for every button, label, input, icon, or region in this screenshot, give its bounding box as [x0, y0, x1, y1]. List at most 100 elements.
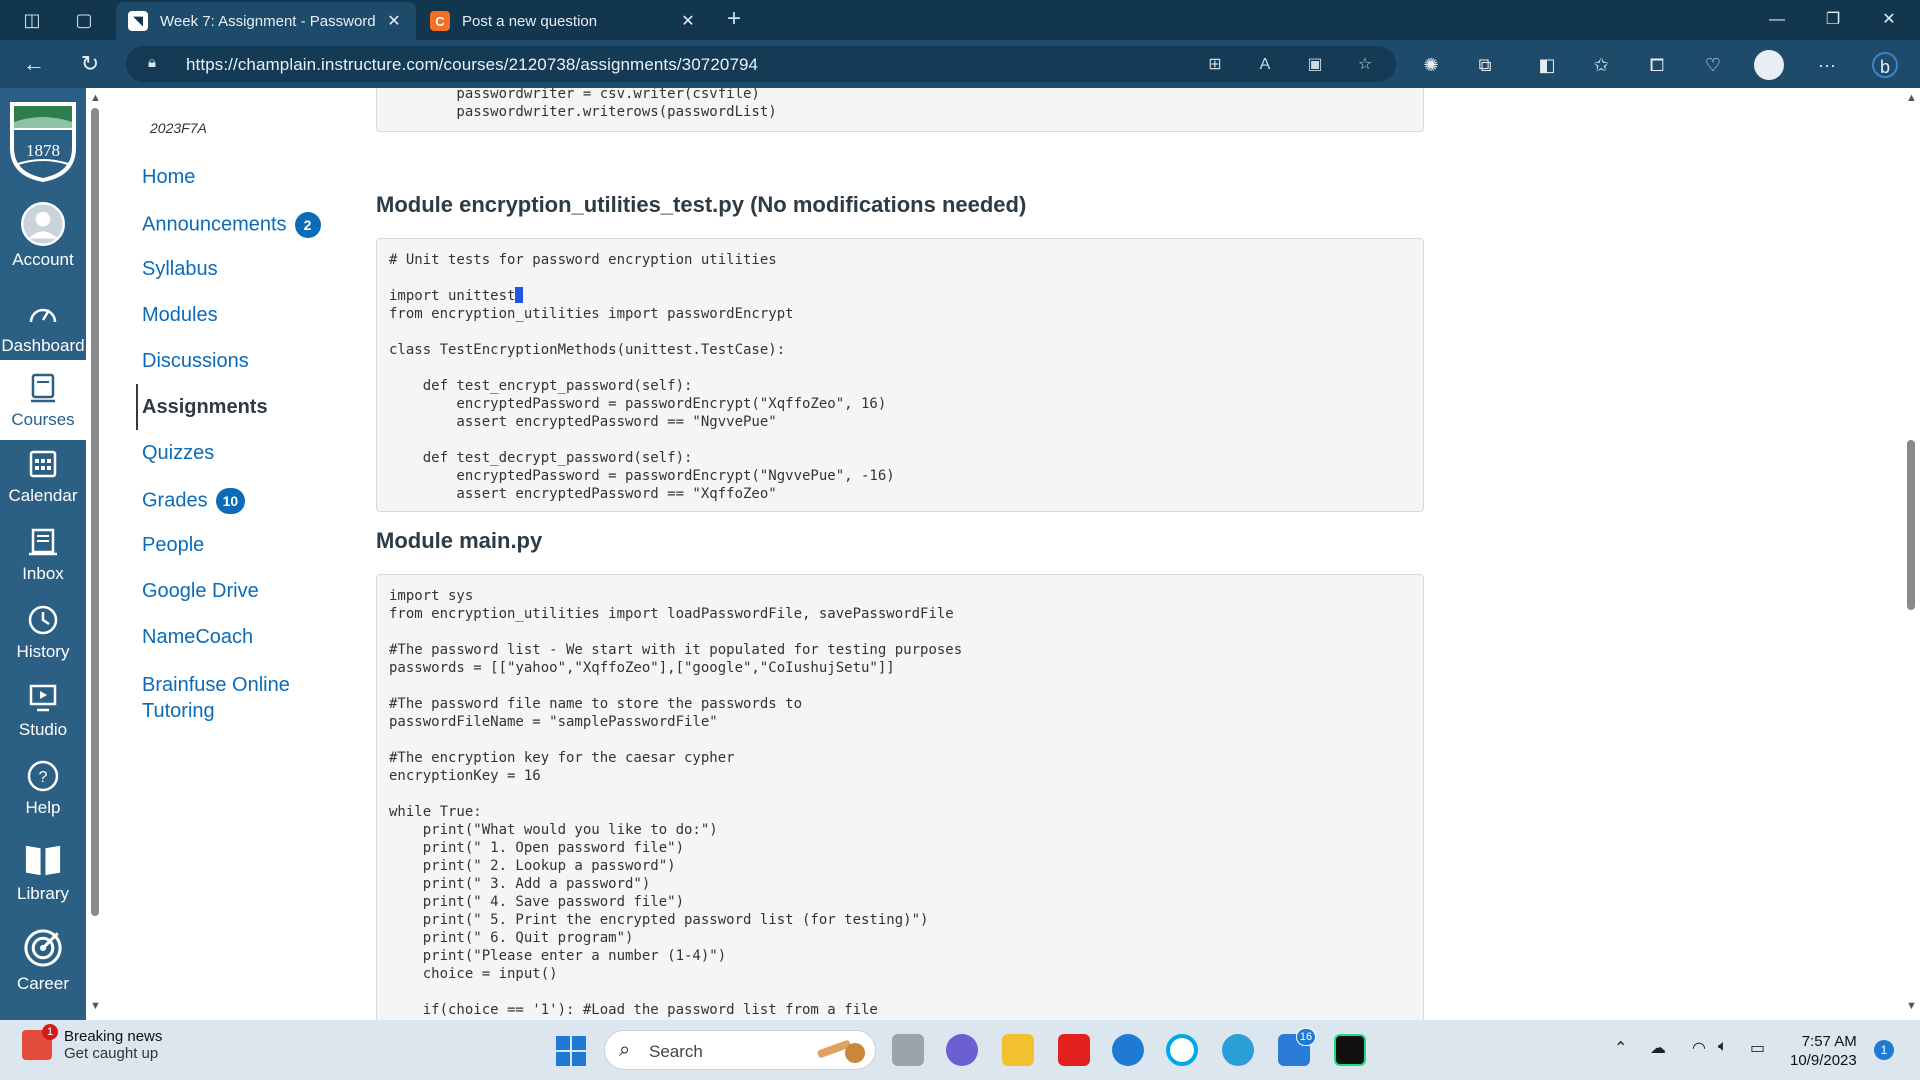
scroll-up-arrow-icon[interactable]: ▲ [1906, 92, 1917, 104]
battery-icon[interactable]: ▭ [1750, 1038, 1765, 1058]
youtube-icon[interactable] [1058, 1034, 1090, 1066]
career-target-icon [24, 929, 62, 967]
close-tab-icon[interactable]: ✕ [384, 11, 404, 31]
volume-icon[interactable]: 🔈︎ [1718, 1038, 1728, 1056]
help-app-icon[interactable] [1112, 1034, 1144, 1066]
course-nav-people[interactable]: People [142, 534, 204, 557]
global-nav-studio[interactable]: Studio [0, 680, 86, 740]
restore-icon[interactable]: ❐ [1810, 4, 1856, 36]
system-clock[interactable]: 7:57 AM 10/9/2023 [1790, 1032, 1857, 1070]
show-hidden-icons-chevron-icon[interactable]: ⌃ [1614, 1038, 1627, 1058]
calendar-icon [29, 450, 57, 478]
scroll-down-arrow-icon[interactable]: ▼ [90, 1000, 101, 1012]
app-available-icon[interactable]: ⊞ [1204, 54, 1226, 76]
windows-taskbar: 1 Breaking news Get caught up ⌕ Search 1… [0, 1020, 1920, 1080]
scroll-thumb[interactable] [91, 108, 99, 916]
mail-app-icon[interactable]: 16 [1278, 1028, 1316, 1066]
svg-text:?: ? [39, 769, 48, 786]
favorites-icon[interactable]: ✩ [1588, 52, 1614, 78]
global-nav-dashboard[interactable]: Dashboard [0, 296, 86, 356]
more-menu-icon[interactable]: ··· [1814, 52, 1840, 78]
global-nav-help[interactable]: ? Help [0, 758, 86, 818]
back-arrow-icon[interactable]: ← [20, 50, 48, 78]
refresh-icon[interactable]: ↻ [76, 50, 104, 78]
dashboard-icon [29, 308, 57, 323]
split-screen-icon[interactable]: ◧ [1534, 52, 1560, 78]
global-nav-account[interactable]: Account [0, 202, 86, 270]
url-text[interactable]: https://champlain.instructure.com/course… [186, 55, 758, 75]
course-nav-namecoach[interactable]: NameCoach [142, 626, 253, 649]
code-block-save: passwordwriter = csv.writer(csvfile) pas… [376, 88, 1424, 132]
courses-icon [31, 373, 55, 403]
read-aloud-icon[interactable]: A [1254, 54, 1276, 76]
teams-chat-icon[interactable] [946, 1034, 978, 1066]
new-tab-plus-icon[interactable]: + [720, 6, 748, 34]
course-nav-syllabus[interactable]: Syllabus [142, 258, 218, 281]
text-cursor [515, 287, 524, 303]
course-nav-announcements[interactable]: Announcements 2 [142, 212, 321, 238]
announcements-badge: 2 [294, 212, 321, 238]
file-explorer-icon[interactable] [1002, 1034, 1034, 1066]
global-nav-courses[interactable]: Courses [0, 360, 86, 440]
course-nav-home[interactable]: Home [142, 166, 195, 189]
onedrive-cloud-icon[interactable]: ☁ [1650, 1038, 1666, 1058]
edge-browser-icon[interactable] [1222, 1034, 1254, 1066]
close-tab-icon[interactable]: ✕ [678, 11, 698, 31]
tab-actions-icon[interactable]: ▢ [72, 8, 96, 32]
heading-main-module: Module main.py [376, 528, 543, 553]
scroll-thumb[interactable] [1907, 440, 1915, 610]
active-indicator [136, 384, 138, 430]
code-block-main: import sys from encryption_utilities imp… [376, 574, 1424, 1020]
tab-title: Post a new question [462, 12, 598, 30]
library-book-icon [25, 845, 61, 876]
taskbar-search[interactable]: ⌕ Search [604, 1030, 876, 1070]
heading-test-module: Module encryption_utilities_test.py (No … [376, 192, 1027, 217]
inbox-icon [29, 528, 57, 556]
minimize-icon[interactable]: — [1754, 4, 1800, 36]
close-window-icon[interactable]: ✕ [1866, 4, 1912, 36]
task-view-icon[interactable] [892, 1034, 924, 1066]
scroll-down-arrow-icon[interactable]: ▼ [1906, 1000, 1917, 1012]
course-nav-grades[interactable]: Grades 10 [142, 488, 246, 514]
help-question-icon: ? [27, 760, 59, 792]
course-nav-google-drive[interactable]: Google Drive [142, 580, 259, 603]
browser-essentials-icon[interactable]: ♡ [1700, 52, 1726, 78]
global-nav-career[interactable]: Career [0, 926, 86, 994]
global-nav-library[interactable]: Library [0, 836, 86, 904]
pycharm-icon[interactable] [1334, 1034, 1366, 1066]
grades-badge: 10 [215, 488, 246, 514]
tab-post-question[interactable]: C Post a new question ✕ [418, 2, 710, 40]
course-nav-quizzes[interactable]: Quizzes [142, 442, 214, 465]
collections-icon[interactable]: ⧠ [1644, 52, 1670, 78]
immersive-reader-icon[interactable]: ▣ [1304, 54, 1326, 76]
global-nav-calendar[interactable]: Calendar [0, 446, 86, 506]
canvas-global-nav: 1878 Account Dashboard Courses Calendar … [0, 88, 86, 1020]
news-icon: 1 [22, 1024, 58, 1060]
global-nav-inbox[interactable]: Inbox [0, 524, 86, 584]
windows-start-icon[interactable] [556, 1036, 586, 1066]
wifi-icon[interactable]: ◠ [1692, 1038, 1706, 1058]
favorite-star-icon[interactable]: ☆ [1354, 54, 1376, 76]
news-widget[interactable]: 1 Breaking news Get caught up [22, 1024, 162, 1062]
course-nav-assignments[interactable]: Assignments [142, 396, 268, 419]
scroll-up-arrow-icon[interactable]: ▲ [90, 92, 101, 104]
browser-toolbar: ← ↻ 🔒︎ https://champlain.instructure.com… [0, 40, 1920, 88]
alexa-icon[interactable] [1166, 1034, 1198, 1066]
course-nav-discussions[interactable]: Discussions [142, 350, 249, 373]
notification-badge[interactable]: 1 [1874, 1040, 1894, 1060]
course-nav-modules[interactable]: Modules [142, 304, 218, 327]
copilot-icon[interactable]: ✺ [1418, 52, 1444, 78]
course-nav-brainfuse[interactable]: Brainfuse Online Tutoring [142, 672, 322, 724]
address-bar[interactable]: 🔒︎ https://champlain.instructure.com/cou… [126, 46, 1396, 82]
extensions-icon[interactable]: ⧉ [1472, 52, 1498, 78]
page-scrollbar[interactable]: ▲ ▼ [1902, 92, 1920, 1016]
tab-title: Week 7: Assignment - Password [160, 12, 376, 30]
bing-chat-icon[interactable]: b [1872, 52, 1898, 78]
global-nav-history[interactable]: History [0, 602, 86, 662]
profile-avatar-icon[interactable] [1754, 50, 1784, 80]
course-code: 2023F7A [150, 120, 207, 136]
workspaces-icon[interactable]: ◫ [20, 8, 44, 32]
champlain-logo-icon[interactable]: 1878 [6, 98, 80, 184]
nav-scrollbar[interactable]: ▲ ▼ [88, 92, 102, 1016]
tab-week7-assignment[interactable]: ◥ Week 7: Assignment - Password ✕ [116, 2, 416, 40]
